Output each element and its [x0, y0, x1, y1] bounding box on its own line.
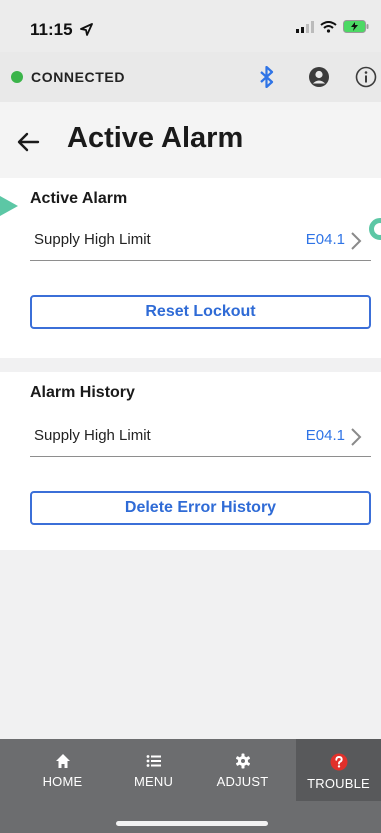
active-alarm-row[interactable]: Supply High Limit E04.1 — [30, 223, 371, 261]
delete-error-history-button[interactable]: Delete Error History — [30, 491, 371, 525]
location-arrow-icon — [80, 23, 94, 36]
alarm-history-card: Alarm History Supply High Limit E04.1 De… — [0, 372, 381, 550]
question-icon — [330, 753, 347, 771]
cellular-signal-icon — [296, 20, 314, 33]
account-icon[interactable] — [306, 64, 332, 90]
bluetooth-icon[interactable] — [254, 64, 280, 90]
chevron-right-icon — [351, 428, 362, 446]
alarm-history-section-title: Alarm History — [30, 384, 135, 401]
tab-home[interactable]: HOME — [20, 739, 105, 801]
status-time: 11:15 — [30, 20, 94, 40]
tab-trouble[interactable]: TROUBLE — [296, 739, 381, 801]
alarm-code: E04.1 — [305, 427, 345, 444]
reset-lockout-button[interactable]: Reset Lockout — [30, 295, 371, 329]
gear-icon — [235, 753, 250, 769]
active-alarm-card: Active Alarm Supply High Limit E04.1 Res… — [0, 178, 381, 358]
wifi-icon — [320, 20, 337, 33]
alarm-label: Supply High Limit — [34, 427, 151, 444]
clock-text: 11:15 — [30, 20, 73, 39]
page-title: Active Alarm — [67, 122, 244, 154]
tab-home-label: HOME — [42, 774, 83, 789]
tab-trouble-label: TROUBLE — [307, 776, 370, 791]
chevron-right-icon — [351, 232, 362, 250]
back-arrow-icon[interactable] — [14, 128, 44, 156]
menu-icon — [146, 755, 161, 767]
status-bar: 11:15 — [0, 0, 381, 52]
edge-arrow-marker — [0, 196, 18, 216]
connection-bar: CONNECTED — [0, 52, 381, 102]
info-icon[interactable] — [353, 64, 379, 90]
alarm-code: E04.1 — [305, 231, 345, 248]
connection-status-dot — [11, 71, 23, 83]
battery-charging-icon — [343, 20, 369, 33]
tab-adjust-label: ADJUST — [216, 774, 269, 789]
tab-bar: HOME MENU ADJUST TROUBLE — [0, 739, 381, 833]
title-bar: Active Alarm — [0, 102, 381, 178]
connection-status-text: CONNECTED — [31, 69, 126, 85]
status-icons — [296, 20, 369, 33]
home-icon — [55, 754, 70, 768]
alarm-label: Supply High Limit — [34, 231, 151, 248]
home-indicator[interactable] — [116, 821, 268, 826]
active-alarm-section-title: Active Alarm — [30, 190, 128, 207]
tab-adjust[interactable]: ADJUST — [200, 739, 285, 801]
tab-menu-label: MENU — [133, 774, 174, 789]
alarm-history-row[interactable]: Supply High Limit E04.1 — [30, 419, 371, 457]
tab-menu[interactable]: MENU — [111, 739, 196, 801]
